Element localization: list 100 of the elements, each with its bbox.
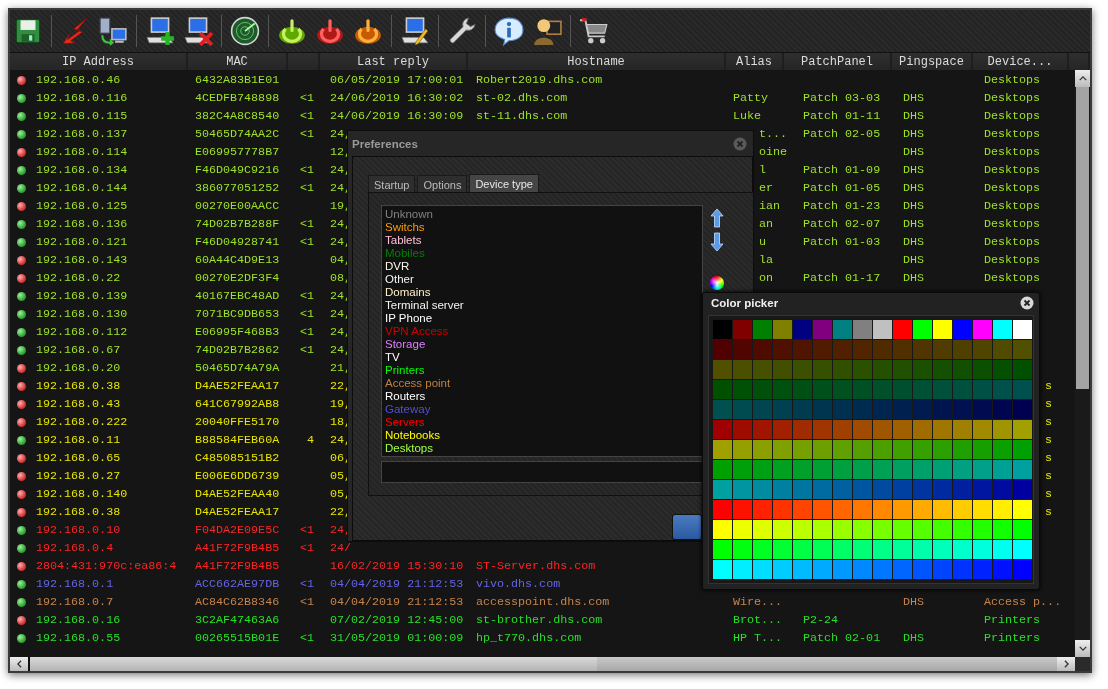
color-swatch[interactable] xyxy=(853,320,872,339)
table-cell: C485085151B2 xyxy=(195,451,280,465)
color-swatch[interactable] xyxy=(713,320,732,339)
color-swatch[interactable] xyxy=(753,320,772,339)
power-icon[interactable] xyxy=(315,16,345,46)
table-cell: B88584FEB60A xyxy=(195,433,280,447)
list-item[interactable]: Switchs xyxy=(385,221,425,234)
table-cell: 386077051252 xyxy=(195,181,280,195)
list-item[interactable]: DVR xyxy=(385,260,410,273)
vertical-scrollbar[interactable] xyxy=(1075,70,1090,657)
color-swatch[interactable] xyxy=(813,320,832,339)
down-arrow-icon[interactable] xyxy=(710,232,724,252)
column-header[interactable]: Pingspace xyxy=(892,53,971,70)
list-item[interactable]: Servers xyxy=(385,416,425,429)
list-item[interactable]: Access point xyxy=(385,377,451,390)
list-item[interactable]: Printers xyxy=(385,364,425,377)
table-cell: 192.168.0.4 xyxy=(36,541,114,555)
color-swatch[interactable] xyxy=(733,320,752,339)
list-item[interactable]: Mobiles xyxy=(385,247,425,260)
table-cell: 31/05/2019 01:00:09 xyxy=(330,631,464,645)
color-swatch[interactable] xyxy=(953,320,972,339)
color-swatch[interactable] xyxy=(873,320,892,339)
tab[interactable]: Startup xyxy=(368,175,416,193)
close-icon[interactable] xyxy=(1020,296,1034,310)
list-item[interactable]: Desktops xyxy=(385,442,433,455)
table-cell: s xyxy=(1045,415,1052,429)
chevron-down-icon[interactable] xyxy=(1078,646,1087,651)
color-swatch[interactable] xyxy=(913,320,932,339)
table-cell: 24, xyxy=(330,289,352,303)
table-cell: 4CEDFB748898 xyxy=(195,91,280,105)
list-item[interactable]: Routers xyxy=(385,390,426,403)
color-swatch[interactable] xyxy=(933,320,952,339)
computer-remove-icon[interactable] xyxy=(183,16,213,46)
cart-icon[interactable] xyxy=(579,16,609,46)
chevron-left-icon[interactable] xyxy=(16,660,22,668)
column-header[interactable]: Hostname xyxy=(468,53,724,70)
person-board-icon[interactable] xyxy=(532,16,562,46)
list-item[interactable]: Tablets xyxy=(385,234,422,247)
info-icon[interactable] xyxy=(494,16,524,46)
list-item[interactable]: TV xyxy=(385,351,400,364)
chevron-right-icon[interactable] xyxy=(1063,660,1069,668)
column-header[interactable]: Last reply xyxy=(320,53,466,70)
color-wheel-icon[interactable] xyxy=(710,276,724,290)
table-cell: <1 xyxy=(299,127,314,141)
list-item[interactable]: IP Phone xyxy=(385,312,433,325)
table-cell: 24, xyxy=(330,325,352,339)
column-header[interactable]: MAC xyxy=(188,53,286,70)
power-icon[interactable] xyxy=(353,16,383,46)
color-swatch[interactable] xyxy=(973,320,992,339)
color-swatch[interactable] xyxy=(893,320,912,339)
computer-add-icon[interactable] xyxy=(145,16,175,46)
input-field[interactable] xyxy=(381,461,703,483)
dialog-button[interactable] xyxy=(672,514,702,540)
lightning-arrow-icon[interactable] xyxy=(60,16,90,46)
table-cell: 192.168.0.130 xyxy=(36,307,128,321)
list-item[interactable]: Terminal server xyxy=(385,299,464,312)
column-header[interactable]: PatchPanel xyxy=(784,53,890,70)
list-item[interactable]: Other xyxy=(385,273,414,286)
table-cell: <1 xyxy=(299,631,314,645)
table-cell: 192.168.0.116 xyxy=(36,91,128,105)
table-cell: 192.168.0.22 xyxy=(36,271,121,285)
color-gradient-drawing[interactable] xyxy=(708,340,1034,584)
chevron-up-icon[interactable] xyxy=(1078,76,1087,81)
table-cell: Patch 01-11 xyxy=(803,109,881,123)
table-cell: 16/02/2019 15:30:10 xyxy=(330,559,464,573)
table-cell: Desktops xyxy=(984,109,1041,123)
color-swatch[interactable] xyxy=(993,320,1012,339)
table-cell: 50465D74A79A xyxy=(195,361,280,375)
table-cell: 19, xyxy=(330,397,352,411)
table-cell: st-brother.dhs.com xyxy=(476,613,603,627)
list-item[interactable]: Domains xyxy=(385,286,431,299)
table-cell: Desktops xyxy=(984,127,1041,141)
tab[interactable]: Options xyxy=(417,175,468,193)
floppy-icon[interactable] xyxy=(13,16,43,46)
table-cell: st-11.dhs.com xyxy=(476,109,568,123)
color-swatch[interactable] xyxy=(793,320,812,339)
power-icon[interactable] xyxy=(277,16,307,46)
table-cell: DHS xyxy=(903,217,925,231)
table-cell: 04, xyxy=(330,253,352,267)
color-swatch[interactable] xyxy=(773,320,792,339)
list-item[interactable]: Unknown xyxy=(385,208,433,221)
table-cell: oine xyxy=(759,145,788,159)
wrench-icon[interactable] xyxy=(447,16,477,46)
radar-icon[interactable] xyxy=(230,16,260,46)
table-cell: 24/ xyxy=(330,541,352,555)
list-item[interactable]: Notebooks xyxy=(385,429,440,442)
list-item[interactable]: Storage xyxy=(385,338,426,351)
computer-edit-icon[interactable] xyxy=(400,16,430,46)
table-cell: accesspoint.dhs.com xyxy=(476,595,610,609)
column-header[interactable]: IP Address xyxy=(10,53,186,70)
up-arrow-icon[interactable] xyxy=(710,208,724,228)
table-cell: 06, xyxy=(330,451,352,465)
color-swatch[interactable] xyxy=(833,320,852,339)
computer-transfer-icon[interactable] xyxy=(98,16,128,46)
horizontal-scrollbar[interactable] xyxy=(10,657,1090,671)
column-header[interactable]: Alias xyxy=(726,53,782,70)
table-cell: ST-Server.dhs.com xyxy=(476,559,596,573)
table-cell: 12, xyxy=(330,145,352,159)
color-swatch[interactable] xyxy=(1013,320,1032,339)
column-header[interactable]: Device... xyxy=(973,53,1067,70)
